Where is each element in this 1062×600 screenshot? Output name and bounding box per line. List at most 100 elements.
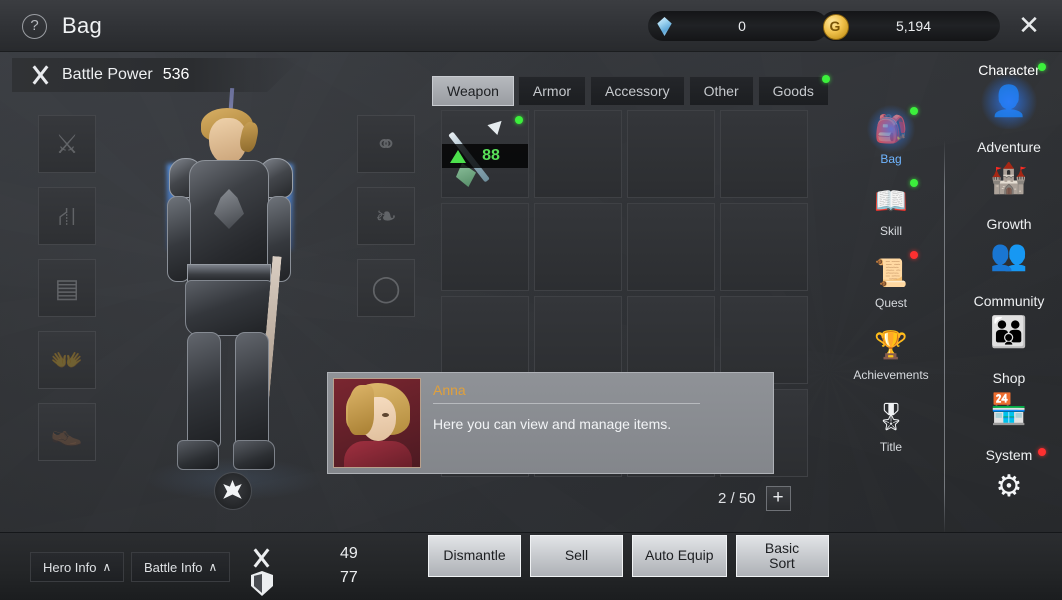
inventory-slot-empty[interactable] (441, 296, 529, 384)
sidebar-item-skill-label: Skill (879, 224, 902, 238)
nav-item-growth-label: Growth (986, 216, 1032, 232)
close-icon[interactable]: ✕ (1014, 11, 1044, 41)
boots-ghost-icon: 👞 (50, 417, 84, 447)
helmet-slot[interactable]: ⛙ (38, 187, 96, 245)
weapon-slot[interactable]: ⚔ (38, 115, 96, 173)
nav-item-character[interactable]: Character 👤 (956, 62, 1062, 129)
sell-button[interactable]: Sell (530, 535, 623, 577)
tutorial-dialog[interactable]: Anna Here you can view and manage items. (327, 372, 774, 474)
tab-armor[interactable]: Armor (517, 76, 587, 106)
quest-badge-dot (910, 251, 918, 259)
defense-shield-icon (251, 571, 273, 596)
tab-weapon-label: Weapon (447, 83, 499, 99)
battle-info-button[interactable]: Battle Info ∧ (131, 552, 231, 582)
inventory-slot-empty[interactable] (720, 110, 808, 198)
dialog-message: Here you can view and manage items. (433, 416, 672, 432)
dismantle-button[interactable]: Dismantle (428, 535, 521, 577)
auto-equip-button[interactable]: Auto Equip (632, 535, 727, 577)
nav-item-community[interactable]: Community 👪 (956, 293, 1062, 356)
chevron-up-icon: ∧ (208, 560, 218, 574)
gold-currency[interactable]: 5,194 (820, 11, 1000, 41)
leg-left (187, 332, 221, 448)
tab-goods-label: Goods (772, 83, 814, 99)
level-up-icon: 👥 (990, 239, 1028, 272)
stat-value-group: 49 77 (340, 545, 358, 587)
inventory-slot-empty[interactable] (534, 296, 622, 384)
portrait-dress (344, 441, 412, 467)
sidebar-item-achievements-label: Achievements (853, 368, 929, 382)
tab-goods[interactable]: Goods (757, 75, 830, 106)
class-emblem-badge[interactable] (213, 472, 252, 510)
basic-sort-button[interactable]: Basic Sort (735, 535, 829, 577)
inventory-slot-empty[interactable] (441, 203, 529, 291)
portrait-hair-front (348, 385, 374, 435)
gloves-ghost-icon: 👐 (50, 345, 84, 375)
armor-skirt (185, 280, 273, 336)
earrings-slot[interactable]: ❧ (357, 187, 415, 245)
bag-badge-dot (910, 107, 918, 115)
nav-item-growth[interactable]: Growth 👥 (956, 216, 1062, 279)
dungeon-gate-icon: 🏰 (990, 162, 1028, 195)
shop-stall-icon: 🏪 (990, 393, 1028, 426)
inventory-slot-empty[interactable] (627, 296, 715, 384)
inventory-slot-empty[interactable] (627, 110, 715, 198)
anna-portrait (333, 378, 421, 468)
nav-item-system-label: System (985, 447, 1033, 463)
page-title: Bag (62, 13, 103, 38)
inventory-slot-empty[interactable] (627, 203, 715, 291)
boots-slot[interactable]: 👞 (38, 403, 96, 461)
hero-info-button[interactable]: Hero Info ∧ (30, 552, 125, 582)
nav-item-adventure[interactable]: Adventure 🏰 (956, 139, 1062, 202)
nav-item-shop-label: Shop (992, 370, 1026, 386)
add-slot-button[interactable]: + (765, 486, 791, 511)
trophy-wreath-icon: 🏆 (874, 329, 908, 360)
sidebar-item-quest[interactable]: 📜 Quest (855, 251, 927, 310)
nav-item-system[interactable]: System ⚙ (956, 447, 1062, 510)
help-icon[interactable]: ? (22, 14, 47, 39)
people-group-icon: 👪 (990, 316, 1028, 349)
tab-weapon[interactable]: Weapon (432, 76, 514, 106)
menu-sidebar: 🎒 Bag 📖 Skill 📜 Quest 🏆 Achievements 🎖 T… (853, 105, 929, 468)
tab-other[interactable]: Other (688, 76, 754, 106)
main-navigation: Character 👤 Adventure 🏰 Growth 👥 Communi… (956, 62, 1062, 524)
necklace-slot[interactable]: ⚭ (357, 115, 415, 173)
boot-left (177, 440, 219, 470)
nav-item-shop[interactable]: Shop 🏪 (956, 370, 1062, 433)
gloves-slot[interactable]: 👐 (38, 331, 96, 389)
item-level-bar: 88 (442, 144, 528, 168)
inventory-slot-empty[interactable] (534, 203, 622, 291)
backpack-icon: 🎒 (866, 105, 916, 153)
sidebar-item-title[interactable]: 🎖 Title (855, 396, 927, 454)
gem-currency[interactable]: 0 (648, 11, 828, 41)
inventory-slot-empty[interactable] (534, 110, 622, 198)
sidebar-item-bag-label: Bag (880, 152, 902, 166)
sidebar-item-title-label: Title (879, 440, 903, 454)
character-badge-dot (1038, 63, 1046, 71)
ring-ghost-icon: ◯ (371, 273, 401, 303)
sidebar-item-achievements[interactable]: 🏆 Achievements (853, 324, 929, 382)
inventory-slot-empty[interactable] (720, 203, 808, 291)
crossed-swords-icon (28, 64, 54, 86)
helmet-ghost-icon: ⛙ (57, 201, 77, 231)
sidebar-item-bag[interactable]: 🎒 Bag (855, 105, 927, 166)
defense-value: 77 (340, 569, 358, 586)
diamond-icon (652, 16, 678, 36)
medal-icon: 🎖 (873, 401, 909, 432)
item-level-value: 88 (482, 147, 500, 164)
tab-accessory[interactable]: Accessory (590, 76, 685, 106)
gold-value: 5,194 (895, 18, 932, 34)
quill-scroll-icon: 📜 (874, 257, 908, 288)
battle-power-value: 536 (162, 66, 190, 83)
knight-character-model (115, 87, 350, 508)
dialog-body: Anna Here you can view and manage items. (421, 378, 768, 468)
necklace-ghost-icon: ⚭ (375, 129, 397, 159)
inventory-slot-item[interactable]: 88 (441, 110, 529, 198)
item-new-badge-dot (515, 116, 523, 124)
sidebar-item-skill[interactable]: 📖 Skill (855, 179, 927, 238)
chest-slot[interactable]: ▤ (38, 259, 96, 317)
inventory-slot-empty[interactable] (720, 296, 808, 384)
stat-icon-group (248, 547, 276, 596)
battle-info-label: Battle Info (144, 559, 203, 575)
ring-slot[interactable]: ◯ (357, 259, 415, 317)
character-model-stage[interactable] (115, 87, 350, 518)
